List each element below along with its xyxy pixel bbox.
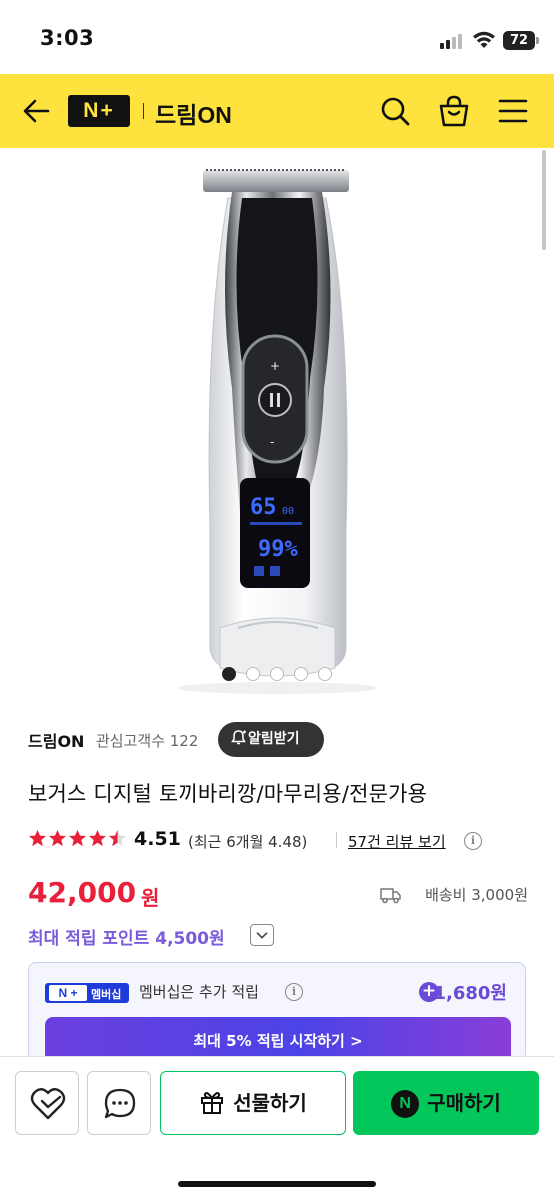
shipping-fee: 배송비 3,000원 bbox=[425, 886, 528, 904]
gift-icon bbox=[201, 1092, 224, 1114]
membership-box: N + 멤버십 멤버십은 추가 적립 i + 1,680원 최대 5% 적립 시… bbox=[28, 962, 526, 1062]
battery-tip bbox=[536, 37, 539, 44]
product-title: 보거스 디지털 토끼바리깡/마무리용/전문가용 bbox=[28, 782, 428, 806]
price: 42,000 bbox=[28, 876, 137, 909]
max-points: 최대 적립 포인트 4,500원 bbox=[28, 929, 225, 949]
battery-indicator: 72 bbox=[503, 31, 535, 50]
header-store-name[interactable]: 드림ON bbox=[155, 96, 232, 130]
buy-button[interactable]: N 구매하기 bbox=[353, 1071, 539, 1135]
search-icon[interactable] bbox=[376, 92, 414, 130]
carousel-dot[interactable] bbox=[270, 667, 284, 681]
heart-icon bbox=[30, 1088, 66, 1120]
wishlist-button[interactable] bbox=[15, 1071, 79, 1135]
recent-rating: (최근 6개월 4.48) bbox=[188, 833, 308, 851]
star-icon bbox=[28, 829, 47, 847]
rating-value: 4.51 bbox=[134, 828, 181, 850]
gift-label: 선물하기 bbox=[233, 1091, 307, 1115]
info-icon[interactable]: i bbox=[464, 832, 482, 850]
svg-text:+: + bbox=[270, 359, 280, 373]
half-star-icon bbox=[108, 829, 127, 847]
chevron-down-icon[interactable] bbox=[250, 924, 274, 946]
badge-label: 멤버십 bbox=[91, 988, 122, 1001]
signal-icon bbox=[440, 33, 466, 49]
membership-badge: N + 멤버십 bbox=[45, 983, 129, 1003]
membership-points: 1,680원 bbox=[433, 983, 508, 1004]
svg-text:65: 65 bbox=[250, 495, 277, 520]
carousel-dot[interactable] bbox=[246, 667, 260, 681]
notify-label: 알림받기 bbox=[248, 731, 300, 747]
buy-label: 구매하기 bbox=[427, 1091, 501, 1115]
status-bar: 3:03 72 bbox=[0, 0, 554, 74]
naver-plus-logo[interactable]: N+ bbox=[68, 95, 130, 127]
app-header: N+ 드림ON bbox=[0, 74, 554, 148]
price-unit: 원 bbox=[141, 886, 160, 910]
bottom-action-bar: 선물하기 N 구매하기 bbox=[0, 1056, 554, 1200]
back-arrow-icon[interactable] bbox=[18, 92, 56, 130]
home-indicator[interactable] bbox=[178, 1181, 376, 1187]
fav-count: 관심고객수 122 bbox=[96, 732, 199, 750]
membership-text: 멤버십은 추가 적립 bbox=[139, 983, 259, 1001]
price-row: 42,000 원 배송비 3,000원 bbox=[28, 876, 528, 916]
carousel-dot[interactable] bbox=[294, 667, 308, 681]
svg-text:-: - bbox=[270, 435, 274, 449]
gift-button[interactable]: 선물하기 bbox=[160, 1071, 346, 1135]
hair-clipper-image: + - 65 00 99% bbox=[177, 169, 377, 694]
store-name[interactable]: 드림ON bbox=[28, 728, 84, 752]
naver-n-icon: N bbox=[391, 1090, 420, 1118]
product-image[interactable]: + - 65 00 99% bbox=[0, 148, 554, 696]
points-row[interactable]: 최대 적립 포인트 4,500원 bbox=[28, 922, 288, 950]
store-row: 드림ON 관심고객수 122 알림받기 bbox=[28, 722, 528, 758]
notify-button[interactable]: 알림받기 bbox=[218, 722, 324, 757]
talk-button[interactable] bbox=[87, 1071, 151, 1135]
bell-icon bbox=[231, 730, 246, 745]
scroll-indicator[interactable] bbox=[542, 150, 546, 250]
logo-divider bbox=[143, 103, 144, 119]
star-icon bbox=[68, 829, 87, 847]
carousel-dot[interactable] bbox=[318, 667, 332, 681]
svg-text:00: 00 bbox=[282, 506, 294, 517]
info-icon[interactable]: i bbox=[285, 983, 303, 1001]
carousel-dot[interactable] bbox=[222, 667, 236, 681]
star-rating bbox=[28, 829, 128, 851]
truck-icon bbox=[380, 888, 401, 904]
rating-row: 4.51 (최근 6개월 4.48) 57건 리뷰 보기 i bbox=[28, 826, 528, 854]
image-carousel-dots bbox=[0, 664, 554, 684]
status-time: 3:03 bbox=[40, 26, 95, 50]
rating-divider bbox=[336, 832, 337, 848]
wifi-icon bbox=[473, 31, 495, 48]
menu-icon[interactable] bbox=[494, 92, 532, 130]
badge-plus: N + bbox=[49, 985, 87, 1001]
star-icon bbox=[88, 829, 107, 847]
chat-bubble-icon bbox=[104, 1088, 136, 1119]
svg-text:99%: 99% bbox=[258, 537, 298, 562]
review-link[interactable]: 57건 리뷰 보기 bbox=[348, 831, 446, 852]
star-icon bbox=[48, 829, 67, 847]
shopping-bag-icon[interactable] bbox=[435, 92, 473, 130]
